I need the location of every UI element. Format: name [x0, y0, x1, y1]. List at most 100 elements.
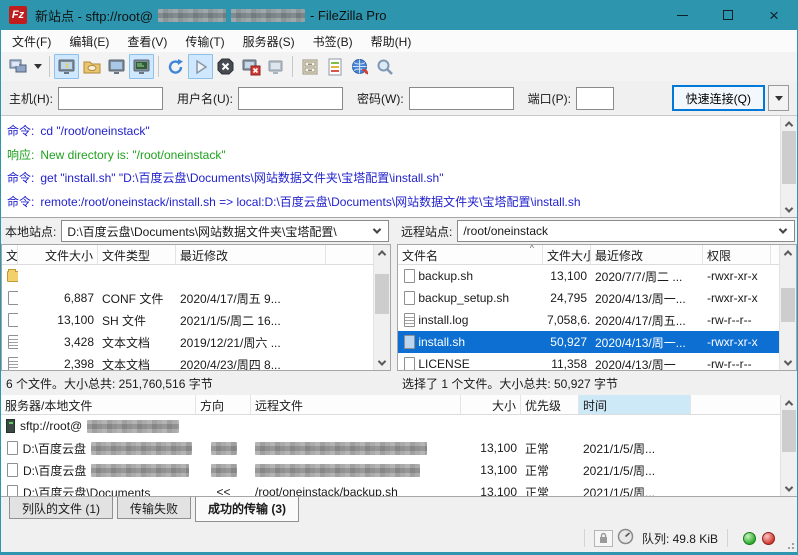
local-row[interactable]: 3,428 文本文档 2019/12/21/周六 ... [2, 331, 373, 353]
local-path-combo[interactable]: D:\百度云盘\Documents\网站数据文件夹\宝塔配置\ [61, 220, 389, 242]
local-row[interactable]: 6,887 CONF 文件 2020/4/17/周五 9... [2, 287, 373, 309]
log-line: 响应:New directory is: "/root/oneinstack" [7, 144, 773, 168]
column-filetype[interactable]: 文件类型 [98, 245, 176, 264]
column-remote-file[interactable]: 远程文件 [251, 395, 461, 414]
toggle-message-log-button[interactable] [54, 54, 79, 79]
maximize-button[interactable] [705, 0, 751, 30]
menu-server[interactable]: 服务器(S) [234, 31, 304, 52]
refresh-icon [166, 57, 186, 77]
local-tree-icon [82, 57, 102, 77]
remote-list-scrollbar[interactable] [779, 245, 796, 370]
local-list-header: 文件名 文件大小 文件类型 最近修改 [2, 245, 390, 265]
port-input[interactable] [576, 87, 614, 110]
host-input[interactable] [58, 87, 163, 110]
process-queue-button[interactable] [188, 54, 213, 79]
directory-listing-filters-button[interactable] [322, 54, 347, 79]
username-input[interactable] [238, 87, 343, 110]
minimize-button[interactable] [659, 0, 705, 30]
toolbar-separator [49, 56, 50, 77]
local-row[interactable]: 13,100 SH 文件 2021/1/5/周二 16... [2, 309, 373, 331]
column-modified[interactable]: 最近修改 [176, 245, 326, 264]
scroll-down-icon [780, 355, 796, 370]
toggle-queue-button[interactable] [129, 54, 154, 79]
menu-bookmarks[interactable]: 书签(B) [304, 31, 362, 52]
column-modified[interactable]: 最近修改 [591, 245, 703, 264]
redacted-host-2 [231, 9, 305, 22]
remote-row[interactable]: install.log 7,058,6... 2020/4/17/周五... -… [398, 309, 779, 331]
column-permissions[interactable]: 权限 [703, 245, 771, 264]
transfer-queue: 服务器/本地文件 方向 远程文件 大小 优先级 时间 sftp://root@ … [1, 395, 797, 497]
quickconnect-button[interactable]: 快速连接(Q) [672, 85, 765, 111]
directory-comparison-button[interactable] [297, 54, 322, 79]
cancel-button[interactable] [213, 54, 238, 79]
remote-row[interactable]: LICENSE 11,358 2020/4/13/周一 -rw-r--r-- [398, 353, 779, 371]
filter-icon [325, 57, 345, 77]
tab-successful-transfers[interactable]: 成功的传输 (3) [195, 497, 299, 522]
remote-path-combo[interactable]: /root/oneinstack [457, 220, 795, 242]
local-pane: 本地站点: D:\百度云盘\Documents\网站数据文件夹\宝塔配置\ 文件… [1, 218, 391, 395]
column-filename[interactable]: 文件名 [2, 245, 18, 264]
site-manager-button[interactable] [5, 54, 30, 79]
column-filesize[interactable]: 文件大小 [18, 245, 98, 264]
reconnect-icon [266, 57, 286, 77]
resize-grip[interactable] [785, 540, 795, 550]
menu-view[interactable]: 查看(V) [118, 31, 176, 52]
file-icon [404, 335, 415, 349]
toggle-local-tree-button[interactable] [79, 54, 104, 79]
remote-row-selected[interactable]: install.sh 50,927 2020/4/13/周一... -rwxr-… [398, 331, 779, 353]
menu-file[interactable]: 文件(F) [3, 31, 60, 52]
password-input[interactable] [409, 87, 514, 110]
file-icon [404, 291, 415, 305]
toggle-remote-tree-button[interactable] [104, 54, 129, 79]
queue-row-server[interactable]: sftp://root@ [1, 415, 780, 437]
column-size[interactable]: 大小 [461, 395, 521, 414]
quickconnect-dropdown[interactable] [768, 85, 789, 111]
file-icon [8, 313, 18, 327]
lock-icon[interactable] [594, 530, 613, 547]
site-manager-dropdown[interactable] [30, 54, 45, 79]
chevron-down-icon [34, 64, 42, 69]
scroll-up-icon [781, 395, 797, 410]
column-filesize[interactable]: 文件大小 [543, 245, 591, 264]
column-priority[interactable]: 优先级 [521, 395, 579, 414]
local-row-parent[interactable] [2, 265, 373, 287]
redacted-direction [211, 464, 237, 477]
remote-row[interactable]: backup_setup.sh 24,795 2020/4/13/周一... -… [398, 287, 779, 309]
close-button[interactable]: × [751, 0, 797, 30]
file-icon [7, 441, 18, 455]
column-time[interactable]: 时间 [579, 395, 691, 414]
column-direction[interactable]: 方向 [196, 395, 251, 414]
scroll-up-icon [781, 116, 797, 131]
text-file-icon [8, 335, 18, 349]
refresh-button[interactable] [163, 54, 188, 79]
toolbar [1, 52, 797, 81]
window-title: 新站点 - sftp://root@ - FileZilla Pro [35, 6, 387, 25]
tab-queued-files[interactable]: 列队的文件 (1) [9, 497, 113, 519]
column-server-local-file[interactable]: 服务器/本地文件 [1, 395, 196, 414]
search-button[interactable] [372, 54, 397, 79]
queue-row[interactable]: D:\百度云盘 13,100 正常 2021/1/5/周... [1, 459, 780, 481]
reconnect-button[interactable] [263, 54, 288, 79]
local-row[interactable]: 2,398 文本文档 2020/4/23/周四 8... [2, 353, 373, 371]
menu-edit[interactable]: 编辑(E) [60, 31, 118, 52]
log-scrollbar[interactable] [780, 116, 797, 217]
log-line: 命令:cd "/root/oneinstack" [7, 120, 773, 144]
local-list-scrollbar[interactable] [373, 245, 390, 370]
queue-header: 服务器/本地文件 方向 远程文件 大小 优先级 时间 [1, 395, 797, 415]
menu-help[interactable]: 帮助(H) [362, 31, 421, 52]
site-manager-icon [8, 57, 28, 77]
tab-failed-transfers[interactable]: 传输失败 [117, 497, 191, 519]
queue-scrollbar[interactable] [780, 395, 797, 496]
username-label: 用户名(U): [177, 90, 233, 107]
red-status-icon [762, 532, 775, 545]
queue-row[interactable]: D:\百度云盘 13,100 正常 2021/1/5/周... [1, 437, 780, 459]
synchronized-browsing-button[interactable] [347, 54, 372, 79]
disconnect-button[interactable] [238, 54, 263, 79]
menu-transfer[interactable]: 传输(T) [176, 31, 233, 52]
speed-limit-icon[interactable] [617, 528, 634, 548]
column-filename[interactable]: 文件名^ [398, 245, 543, 264]
green-status-icon [743, 532, 756, 545]
queue-row[interactable]: D:\百度云盘\Documents << /root/oneinstack/ba… [1, 481, 780, 497]
remote-row[interactable]: backup.sh 13,100 2020/7/7/周二 ... -rwxr-x… [398, 265, 779, 287]
file-icon [7, 463, 18, 477]
